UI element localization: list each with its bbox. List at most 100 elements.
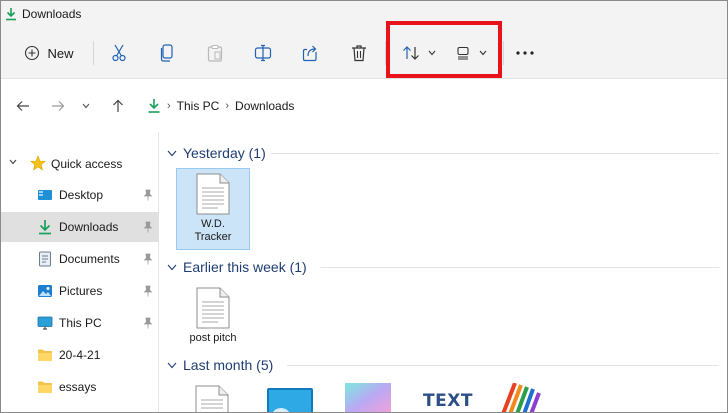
file-item-image[interactable] (345, 383, 391, 412)
view-button[interactable] (451, 35, 491, 71)
sidebar-item-label: 20-4-21 (59, 348, 101, 362)
sidebar-item-label: Pictures (59, 284, 103, 298)
view-icon (456, 46, 469, 60)
pin-icon (143, 221, 153, 233)
file-name: post pitch (189, 332, 237, 344)
group-divider (271, 153, 719, 154)
share-icon (302, 45, 317, 62)
documents-icon (39, 251, 51, 267)
file-item-app[interactable] (501, 382, 545, 412)
star-icon (30, 155, 46, 171)
sidebar-item-desktop[interactable]: Desktop (1, 180, 159, 210)
up-button[interactable] (107, 95, 129, 117)
sidebar-item-label: Quick access (51, 157, 123, 171)
breadcrumb-downloads[interactable]: Downloads (235, 99, 294, 113)
file-item-installer[interactable] (267, 388, 313, 412)
recent-locations-button[interactable] (77, 95, 95, 117)
file-item-text-file[interactable]: TEXT (423, 391, 473, 411)
group-header-label: Earlier this week (1) (183, 259, 307, 275)
pictures-icon (38, 285, 52, 297)
arrow-up-icon (113, 99, 123, 112)
chevron-down-icon (428, 50, 436, 56)
group-header-yesterday[interactable]: Yesterday (1) (161, 143, 727, 163)
group-divider (321, 267, 719, 268)
app-logo-icon (501, 382, 541, 412)
sidebar-item-20-4-21[interactable]: 20-4-21 (1, 340, 159, 370)
title-bar: Downloads (1, 1, 727, 27)
copy-button[interactable] (153, 35, 181, 71)
sidebar-item-downloads[interactable]: Downloads (1, 212, 159, 242)
sidebar-item-quick-access[interactable]: Quick access (1, 151, 159, 175)
folder-icon (38, 349, 52, 361)
text-file-icon: TEXT (423, 391, 473, 411)
chevron-right-icon: › (167, 100, 171, 112)
file-name: W.D. Tracker (194, 218, 232, 243)
command-bar: New (1, 27, 727, 79)
group-header-label: Last month (5) (183, 357, 274, 373)
cut-icon (112, 44, 126, 62)
sidebar-item-label: essays (59, 380, 97, 394)
chevron-down-icon[interactable] (161, 264, 183, 271)
disc-installer-icon (267, 388, 313, 412)
paste-icon (207, 44, 223, 62)
sidebar-item-essays[interactable]: essays (1, 372, 159, 402)
breadcrumb-this-pc[interactable]: This PC (177, 99, 220, 113)
chevron-down-icon[interactable] (161, 362, 183, 369)
navigation-pane: Quick access Desktop Downloads Documents… (1, 132, 159, 412)
desktop-icon (38, 190, 52, 200)
toolbar-divider (93, 41, 94, 65)
forward-button[interactable] (47, 95, 69, 117)
breadcrumb[interactable]: › This PC › Downloads (147, 94, 294, 118)
chevron-down-icon (479, 50, 486, 56)
more-options-button[interactable] (511, 35, 539, 71)
new-button-label: New (47, 45, 74, 61)
pin-icon (143, 317, 153, 329)
pin-icon (143, 285, 153, 297)
arrow-left-icon (16, 101, 29, 111)
arrow-right-icon (52, 101, 65, 111)
chevron-down-icon (82, 103, 90, 109)
sidebar-item-label: Downloads (59, 220, 119, 234)
gradient-image-icon (345, 383, 391, 412)
sort-button[interactable] (397, 35, 441, 71)
file-explorer-window: Downloads New › This PC › Downloads Quic… (0, 0, 728, 413)
pin-icon (143, 253, 153, 265)
pin-icon (143, 189, 153, 201)
toolbar-divider (385, 41, 386, 65)
download-icon (39, 220, 51, 235)
download-icon (148, 99, 160, 113)
window-title: Downloads (22, 7, 82, 21)
folder-icon (38, 381, 52, 393)
share-button[interactable] (297, 35, 325, 71)
rename-button[interactable] (249, 35, 277, 71)
group-header-label: Yesterday (1) (183, 145, 266, 161)
toolbar-divider (503, 41, 504, 65)
file-item-document[interactable] (195, 385, 229, 412)
delete-button[interactable] (345, 35, 373, 71)
text-document-icon (196, 173, 230, 215)
download-icon (6, 8, 16, 21)
sidebar-item-label: Desktop (59, 188, 104, 202)
sidebar-item-pictures[interactable]: Pictures (1, 276, 159, 306)
cut-button[interactable] (105, 35, 133, 71)
this-pc-icon (37, 316, 53, 330)
sidebar-item-label: Documents (59, 252, 120, 266)
file-item-wd-tracker[interactable]: W.D. Tracker (176, 168, 250, 250)
more-icon (516, 51, 534, 55)
text-document-icon (196, 287, 230, 329)
new-button[interactable]: New (17, 35, 81, 71)
paste-button[interactable] (201, 35, 229, 71)
group-divider (287, 365, 719, 366)
sidebar-item-documents[interactable]: Documents (1, 244, 159, 274)
back-button[interactable] (12, 95, 34, 117)
sort-icon (403, 46, 419, 60)
sidebar-item-this-pc[interactable]: This PC (1, 308, 159, 338)
text-document-icon (195, 385, 229, 412)
group-header-last-month[interactable]: Last month (5) (161, 355, 727, 375)
file-item-post-pitch[interactable]: post pitch (176, 283, 250, 353)
file-list: Yesterday (1) W.D. Tracker Earlier this … (161, 132, 727, 412)
group-header-earlier-this-week[interactable]: Earlier this week (1) (161, 257, 727, 277)
address-row: › This PC › Downloads (1, 80, 727, 132)
chevron-down-icon[interactable] (9, 159, 17, 165)
chevron-down-icon[interactable] (161, 150, 183, 157)
